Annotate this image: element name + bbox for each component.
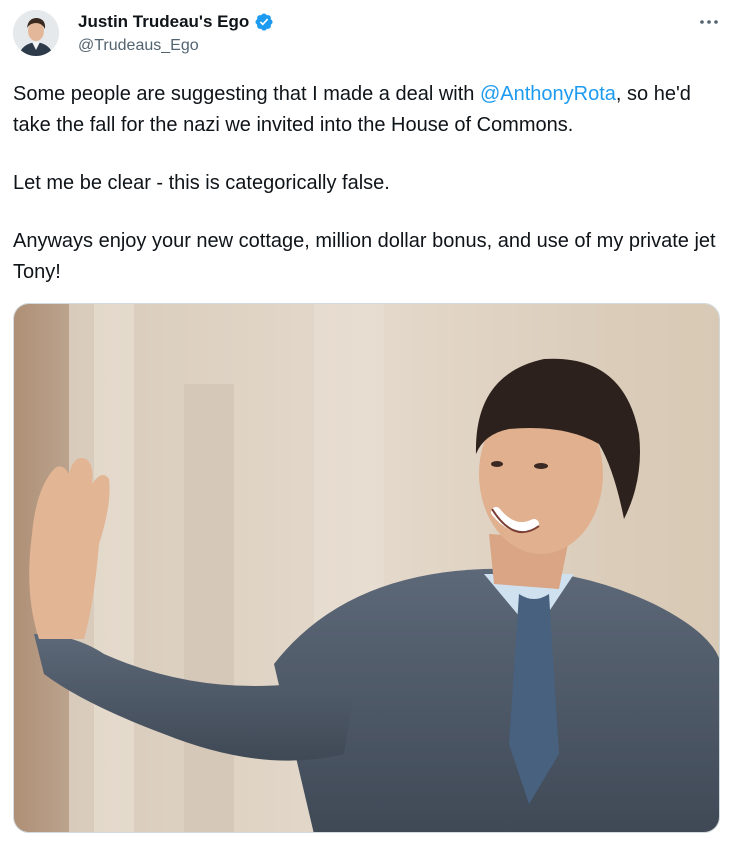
avatar-image: [13, 10, 59, 56]
tweet-paragraph-3: Anyways enjoy your new cottage, million …: [13, 230, 716, 283]
tweet-paragraph-2: Let me be clear - this is categorically …: [13, 172, 390, 194]
tweet-photo[interactable]: [13, 303, 720, 833]
tweet-card[interactable]: Justin Trudeau's Ego @Trudeaus_Ego Some …: [0, 0, 736, 843]
photo-man-waving: [14, 304, 719, 832]
author-handle[interactable]: @Trudeaus_Ego: [78, 35, 199, 57]
avatar[interactable]: [13, 10, 59, 56]
author-name-row[interactable]: Justin Trudeau's Ego: [78, 11, 274, 33]
more-button[interactable]: [694, 8, 724, 36]
tweet-paragraph-1: Some people are suggesting that I made a…: [13, 79, 718, 141]
author-display-name[interactable]: Justin Trudeau's Ego: [78, 11, 249, 33]
mention-link[interactable]: @AnthonyRota: [480, 83, 616, 105]
more-icon: [700, 20, 718, 24]
verified-badge-icon: [255, 13, 273, 31]
tweet-text-segment: Some people are suggesting that I made a…: [13, 83, 480, 105]
tweet-text: Some people are suggesting that I made a…: [13, 79, 718, 288]
